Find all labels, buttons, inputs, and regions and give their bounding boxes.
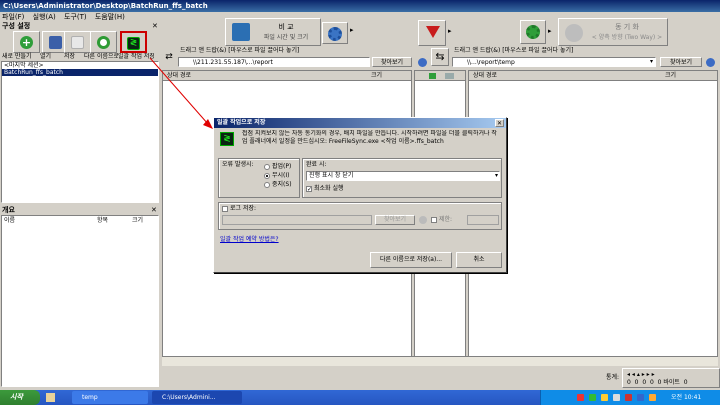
- task-temp[interactable]: temp: [72, 391, 148, 404]
- save-as-button[interactable]: 다른 이름으로 저장(a)...: [370, 252, 452, 268]
- stats-panel: ◂ ◂ ▴ ▸ ▸ ▸ 0 0 0 0 0 바이트 0: [622, 368, 720, 388]
- cancel-button[interactable]: 취소: [456, 252, 502, 268]
- tray-icon[interactable]: [601, 394, 608, 401]
- system-tray: 오전 10:41: [540, 390, 720, 405]
- dialog-title: 일괄 작업으로 저장: [217, 119, 266, 126]
- completion-label: 완료 시:: [306, 161, 327, 168]
- tray-icon[interactable]: [637, 394, 644, 401]
- minimize-checkbox[interactable]: ✓: [306, 185, 312, 192]
- tray-icon[interactable]: [649, 394, 656, 401]
- clock[interactable]: 오전 10:41: [671, 390, 701, 405]
- limit-checkbox[interactable]: [431, 216, 437, 223]
- radio-popup[interactable]: [264, 163, 270, 170]
- minimize-option[interactable]: ✓ 최소화 실행: [306, 185, 344, 193]
- chevron-down-icon: ▾: [494, 172, 498, 179]
- limit-spinner[interactable]: [467, 215, 499, 225]
- batch-icon: ≷: [220, 132, 234, 146]
- tray-icon[interactable]: [625, 394, 632, 401]
- completion-select[interactable]: 진행 표시 창 닫기 ▾: [306, 171, 500, 181]
- log-history-icon[interactable]: [419, 216, 427, 224]
- dialog-title-bar: 일괄 작업으로 저장: [214, 118, 506, 128]
- stats-icons-row: ◂ ◂ ▴ ▸ ▸ ▸: [627, 371, 655, 378]
- status-bar: 통계: ◂ ◂ ▴ ▸ ▸ ▸ 0 0 0 0 0 바이트 0: [160, 366, 720, 390]
- radio-ignore[interactable]: [264, 172, 270, 179]
- error-option-popup[interactable]: 팝업(P): [264, 163, 291, 171]
- tray-icon[interactable]: [577, 394, 584, 401]
- radio-stop[interactable]: [264, 181, 270, 188]
- tray-icon[interactable]: [613, 394, 620, 401]
- log-checkbox[interactable]: [222, 205, 228, 212]
- stats-label: 통계:: [606, 374, 620, 381]
- tray-icon[interactable]: [589, 394, 596, 401]
- error-label: 오류 발생시:: [222, 161, 254, 168]
- stats-bytes: 0 바이트: [657, 379, 680, 386]
- log-folder-input[interactable]: [222, 215, 372, 225]
- taskbar: 시작 temp C:\Users\Admini... 오전 10:41: [0, 390, 720, 405]
- quicklaunch-icon[interactable]: [46, 393, 55, 402]
- completion-group: 완료 시: 진행 표시 창 닫기 ▾ ✓ 최소화 실행: [302, 158, 502, 198]
- limit-option[interactable]: 제한:: [431, 216, 452, 224]
- freefilesync-window: C:\Users\Administrator\Desktop\BatchRun_…: [0, 0, 720, 405]
- log-option[interactable]: 로그 저장:: [222, 205, 256, 213]
- log-browse-button[interactable]: 찾아보기: [375, 215, 415, 225]
- stats-counts-row: 0 0 0 0 0 바이트 0: [627, 379, 688, 386]
- error-handling-group: 오류 발생시: 팝업(P) 무시(I) 중지(S): [218, 158, 300, 198]
- task-freefilesync[interactable]: C:\Users\Admini...: [152, 391, 242, 404]
- save-batch-dialog: 일괄 작업으로 저장 ✕ ≷ 접점 지켜보지 않는 자동 동기화의 경우, 배치…: [213, 117, 507, 273]
- dialog-description: 접점 지켜보지 않는 자동 동기화의 경우, 배치 파일을 만듭니다. 시작하려…: [242, 130, 497, 145]
- schedule-help-link[interactable]: 일괄 작업 예약 방법은?: [220, 236, 279, 244]
- error-option-stop[interactable]: 중지(S): [264, 181, 292, 189]
- log-group: 로그 저장: 찾아보기 제한:: [218, 202, 502, 230]
- start-button[interactable]: 시작: [0, 390, 40, 405]
- dialog-close-button[interactable]: ✕: [495, 119, 504, 127]
- error-option-ignore[interactable]: 무시(I): [264, 172, 290, 180]
